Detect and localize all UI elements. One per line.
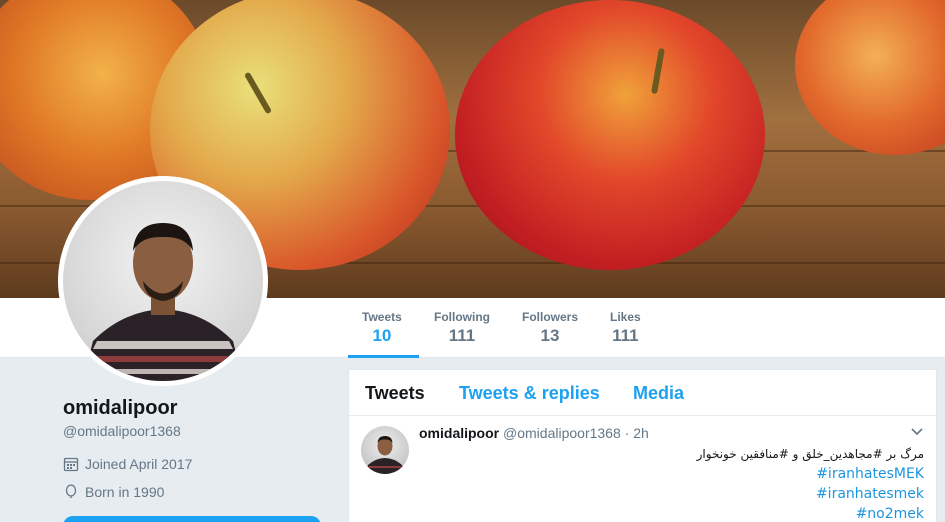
- timeline-panel: Tweets Tweets & replies Media omidalipoo…: [348, 369, 937, 522]
- tweet-text: مرگ بر #مجاهدین_خلق و #منافقین خونخوار #…: [697, 444, 924, 522]
- nav-tweets[interactable]: Tweets 10: [362, 310, 402, 346]
- tweet-item[interactable]: omidalipoor @omidalipoor1368 · 2h مرگ بر…: [349, 416, 936, 522]
- born-text: Born in 1990: [85, 484, 165, 500]
- tweet-text-line: مرگ بر #مجاهدین_خلق و #منافقین خونخوار: [696, 447, 924, 461]
- tweet-author-name[interactable]: omidalipoor: [419, 425, 499, 441]
- apple-image-center: [455, 0, 765, 270]
- tweet-header: omidalipoor @omidalipoor1368 · 2h: [419, 425, 649, 441]
- profile-handle[interactable]: @omidalipoor1368: [63, 423, 181, 439]
- tweet-separator: ·: [624, 425, 630, 441]
- chevron-down-icon[interactable]: [910, 424, 924, 438]
- timeline-tabs: Tweets Tweets & replies Media: [349, 370, 936, 416]
- nav-followers[interactable]: Followers 13: [522, 310, 578, 346]
- balloon-icon: [63, 484, 79, 500]
- profile-avatar[interactable]: [58, 176, 268, 386]
- nav-active-indicator: [348, 355, 419, 358]
- tab-media[interactable]: Media: [633, 383, 684, 404]
- tab-tweets[interactable]: Tweets: [365, 383, 425, 404]
- profile-action-button[interactable]: [63, 516, 321, 522]
- apple-image-right: [795, 0, 945, 155]
- joined-text: Joined April 2017: [85, 456, 193, 472]
- nav-tweets-label: Tweets: [362, 310, 402, 324]
- nav-followers-count: 13: [540, 326, 560, 345]
- profile-name[interactable]: omidalipoor: [63, 397, 177, 420]
- tab-tweets-replies[interactable]: Tweets & replies: [459, 383, 600, 404]
- nav-following-count: 111: [448, 326, 476, 345]
- tweet-avatar[interactable]: [361, 426, 409, 474]
- nav-following-label: Following: [434, 310, 490, 324]
- nav-following[interactable]: Following 111: [434, 310, 490, 346]
- calendar-icon: [63, 456, 79, 472]
- hashtag-link[interactable]: #no2mek: [697, 504, 924, 522]
- nav-likes[interactable]: Likes 111: [610, 310, 641, 346]
- nav-tweets-count: 10: [372, 326, 392, 345]
- hashtag-link[interactable]: #iranhatesmek: [697, 484, 924, 504]
- hashtag-link[interactable]: #iranhatesMEK: [697, 464, 924, 484]
- nav-likes-count: 111: [612, 326, 639, 345]
- tweet-timestamp[interactable]: 2h: [633, 425, 649, 441]
- tweet-author-handle[interactable]: @omidalipoor1368: [503, 425, 621, 441]
- avatar-photo: [63, 181, 263, 381]
- nav-likes-label: Likes: [610, 310, 641, 324]
- joined-date: Joined April 2017: [63, 456, 192, 472]
- birth-date: Born in 1990: [63, 484, 164, 500]
- nav-followers-label: Followers: [522, 310, 579, 324]
